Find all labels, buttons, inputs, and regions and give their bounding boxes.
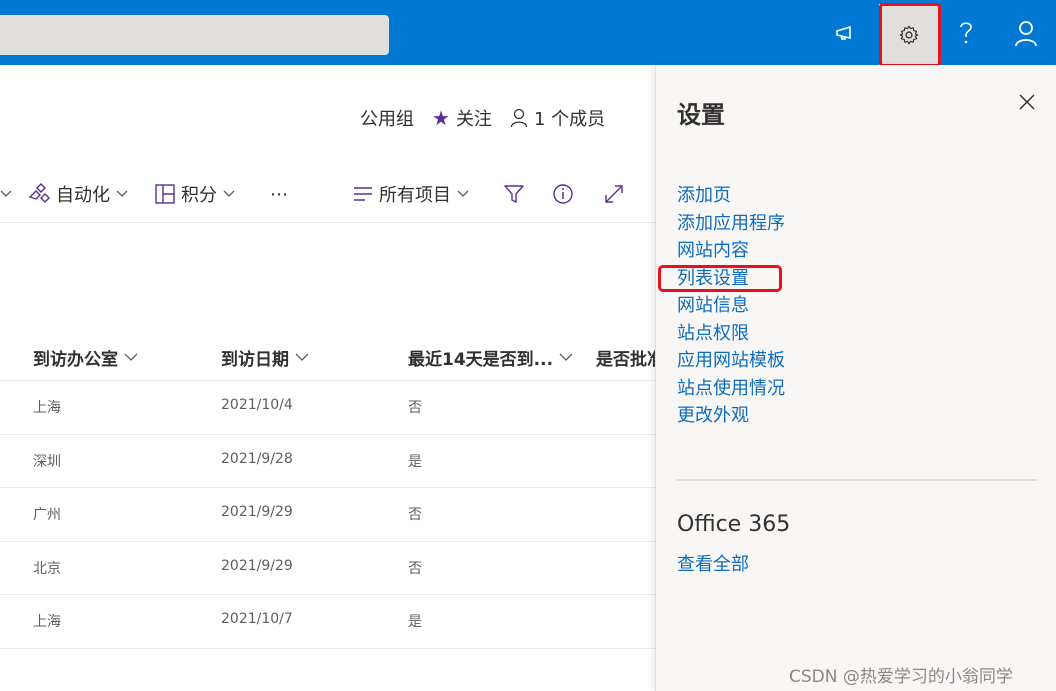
settings-button[interactable] <box>879 4 939 66</box>
cell-recent: 否 <box>408 560 422 577</box>
integrate-icon <box>155 184 175 204</box>
table-row[interactable]: 广州 2021/9/29 否 <box>0 488 655 542</box>
cell-office: 深圳 <box>33 453 61 470</box>
office365-heading: Office 365 <box>677 512 791 537</box>
cell-date: 2021/10/4 <box>221 397 293 413</box>
person-icon <box>1015 21 1037 47</box>
automate-label: 自动化 <box>56 185 110 206</box>
cell-recent: 是 <box>408 614 422 631</box>
link-list-settings[interactable]: 列表设置 <box>677 265 785 293</box>
gear-icon <box>899 25 919 45</box>
feedback-button[interactable] <box>818 5 874 61</box>
help-button[interactable] <box>938 5 994 61</box>
automate-menu[interactable]: 自动化 <box>28 177 128 211</box>
integrate-menu[interactable]: 积分 <box>155 177 235 211</box>
column-header-recent[interactable]: 最近14天是否到... <box>408 345 573 370</box>
column-header-office[interactable]: 到访办公室 <box>33 345 138 370</box>
automate-icon <box>28 183 50 203</box>
person-icon <box>510 108 528 128</box>
chevron-down-icon <box>124 353 138 361</box>
account-button[interactable] <box>998 5 1054 61</box>
link-site-contents[interactable]: 网站内容 <box>677 237 785 265</box>
watermark: CSDN @热爱学习的小翁同学 <box>789 667 1013 687</box>
integrate-label: 积分 <box>181 185 217 206</box>
table-row[interactable]: 上海 2021/10/7 是 <box>0 595 655 649</box>
expand-button[interactable] <box>603 177 625 211</box>
chevron-down-icon[interactable] <box>0 177 12 211</box>
cell-date: 2021/9/28 <box>221 450 293 467</box>
column-header-label: 最近14天是否到... <box>408 350 554 370</box>
star-icon: ★ <box>432 106 450 130</box>
link-apply-site-template[interactable]: 应用网站模板 <box>677 347 785 375</box>
filter-button[interactable] <box>503 177 525 211</box>
command-bar: 自动化 积分 ⋯ 所有项目 <box>0 177 655 213</box>
list-icon <box>354 187 372 201</box>
group-type-label: 公用组 <box>360 109 414 130</box>
cell-recent: 否 <box>408 507 422 524</box>
link-site-usage[interactable]: 站点使用情况 <box>677 375 785 403</box>
view-label: 所有项目 <box>379 185 451 206</box>
cell-recent: 否 <box>408 400 422 416</box>
link-add-app[interactable]: 添加应用程序 <box>677 210 785 238</box>
chevron-down-icon <box>457 190 469 197</box>
view-selector[interactable]: 所有项目 <box>353 177 469 211</box>
expand-icon <box>605 185 623 203</box>
cell-office: 上海 <box>33 614 61 631</box>
cell-office: 广州 <box>33 507 61 524</box>
filter-icon <box>504 185 524 203</box>
view-all-link[interactable]: 查看全部 <box>677 550 749 576</box>
cell-office: 上海 <box>33 400 61 416</box>
group-type: 公用组 <box>360 105 414 131</box>
site-header-actions: 公用组 ★ 关注 1 个成员 <box>360 105 605 131</box>
more-button[interactable]: ⋯ <box>270 177 288 211</box>
help-icon <box>960 22 972 44</box>
link-site-permissions[interactable]: 站点权限 <box>677 320 785 348</box>
chevron-down-icon <box>295 353 309 361</box>
chevron-down-icon <box>223 190 235 197</box>
link-site-info[interactable]: 网站信息 <box>677 292 785 320</box>
chevron-down-icon <box>559 353 573 361</box>
settings-links: 添加页 添加应用程序 网站内容 列表设置 网站信息 站点权限 应用网站模板 站点… <box>677 182 785 430</box>
settings-panel: 设置 添加页 添加应用程序 网站内容 列表设置 网站信息 站点权限 应用网站模板… <box>655 65 1056 691</box>
follow-button[interactable]: ★ 关注 <box>432 105 492 131</box>
column-header-date[interactable]: 到访日期 <box>221 345 309 370</box>
main-content: 公用组 ★ 关注 1 个成员 自动化 积分 ⋯ 所有项目 到访办公室 到访日期 … <box>0 65 655 691</box>
link-add-page[interactable]: 添加页 <box>677 182 785 210</box>
chevron-down-icon <box>116 190 128 197</box>
cell-office: 北京 <box>33 560 61 577</box>
table-row[interactable]: 上海 2021/10/4 否 <box>0 381 655 435</box>
members-label: 1 个成员 <box>533 109 606 130</box>
suite-bar <box>0 0 1056 66</box>
info-icon <box>553 184 573 204</box>
column-header-label: 是否批准 <box>596 350 655 370</box>
panel-divider <box>677 479 1037 481</box>
search-box[interactable] <box>0 15 389 55</box>
settings-panel-title: 设置 <box>677 101 725 129</box>
follow-label: 关注 <box>455 109 492 130</box>
megaphone-icon <box>836 25 851 40</box>
members-button[interactable]: 1 个成员 <box>510 105 605 131</box>
command-bar-divider <box>0 222 655 223</box>
cell-date: 2021/10/7 <box>221 611 293 628</box>
cell-date: 2021/9/29 <box>221 557 293 574</box>
table-row[interactable]: 北京 2021/9/29 否 <box>0 542 655 596</box>
info-button[interactable] <box>552 177 574 211</box>
column-header-label: 到访日期 <box>221 350 289 370</box>
table-header: 到访办公室 到访日期 最近14天是否到... 是否批准 <box>0 335 655 381</box>
list-table: 到访办公室 到访日期 最近14天是否到... 是否批准 上海 2021/10/4… <box>0 335 655 649</box>
cell-date: 2021/9/29 <box>221 504 293 521</box>
cell-recent: 是 <box>408 453 422 470</box>
column-header-approved[interactable]: 是否批准 <box>596 345 655 370</box>
column-header-label: 到访办公室 <box>33 350 118 370</box>
close-button[interactable] <box>1016 91 1040 115</box>
link-change-look[interactable]: 更改外观 <box>677 402 785 430</box>
close-icon <box>1019 94 1035 110</box>
table-row[interactable]: 深圳 2021/9/28 是 <box>0 435 655 489</box>
